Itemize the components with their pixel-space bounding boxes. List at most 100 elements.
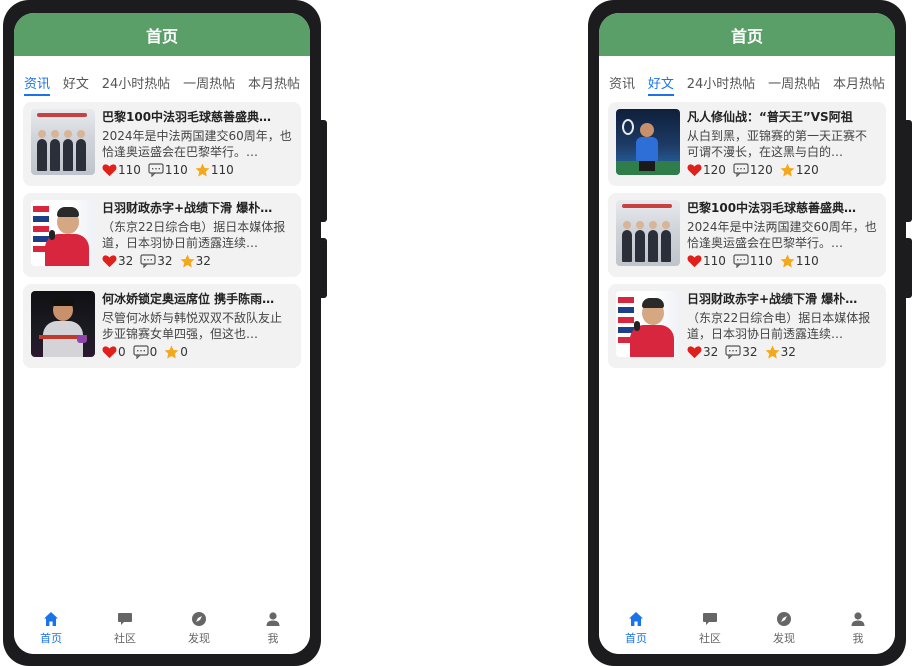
article-stats: 110 110 110 xyxy=(102,162,293,179)
like-count-value: 120 xyxy=(703,163,726,178)
like-count[interactable]: 32 xyxy=(687,345,718,359)
like-count-value: 0 xyxy=(118,345,126,360)
like-count[interactable]: 0 xyxy=(102,345,126,359)
tabbar-home[interactable]: 首页 xyxy=(611,611,661,646)
tab-news[interactable]: 资讯 xyxy=(24,73,51,96)
article-summary: 从白到黑，亚锦赛的第一天正赛不可谓不漫长，在这黑与白的… xyxy=(687,129,868,159)
like-count-value: 32 xyxy=(118,254,134,269)
star-icon xyxy=(780,254,795,268)
tab-month-hot[interactable]: 本月热帖 xyxy=(248,73,300,92)
volume-button xyxy=(905,120,912,222)
article-card[interactable]: 日羽财政赤字+战绩下滑 爆朴… （东京22日综合电）据日本媒体报道，日本羽协日前… xyxy=(608,284,886,368)
compass-icon xyxy=(192,611,206,626)
favorite-count[interactable]: 32 xyxy=(765,345,796,359)
tabbar-me[interactable]: 我 xyxy=(248,611,298,646)
favorite-count-value: 0 xyxy=(180,345,188,360)
tabbar-discover[interactable]: 发现 xyxy=(174,611,224,646)
tab-24h-hot[interactable]: 24小时热帖 xyxy=(102,73,171,92)
article-thumbnail xyxy=(31,291,95,357)
tab-week-hot[interactable]: 一周热帖 xyxy=(183,73,235,92)
tabbar-community[interactable]: 社区 xyxy=(685,611,735,646)
tabbar-community-label: 社区 xyxy=(699,631,721,645)
article-title: 凡人修仙战：“普天王”VS阿祖 xyxy=(687,110,853,124)
comment-count[interactable]: 32 xyxy=(725,345,758,360)
favorite-count-value: 110 xyxy=(795,254,819,269)
comment-count[interactable]: 32 xyxy=(140,254,173,269)
tab-good-articles[interactable]: 好文 xyxy=(647,73,674,96)
volume-button xyxy=(320,120,327,222)
app-header: 首页 xyxy=(14,13,310,56)
tab-week-hot[interactable]: 一周热帖 xyxy=(768,73,820,92)
like-count[interactable]: 32 xyxy=(102,254,133,268)
article-stats: 0 0 0 xyxy=(102,344,293,361)
comment-icon xyxy=(148,163,164,178)
tabbar-discover-label: 发现 xyxy=(188,631,210,645)
like-count-value: 110 xyxy=(703,254,726,269)
tab-good-articles[interactable]: 好文 xyxy=(63,73,89,92)
star-icon xyxy=(765,345,779,359)
tabbar-home-label: 首页 xyxy=(40,631,62,645)
tabbar-community[interactable]: 社区 xyxy=(100,611,150,646)
article-card[interactable]: 巴黎100中法羽毛球慈善盛典… 2024年是中法两国建交60周年，也恰逢奥运盛会… xyxy=(608,193,886,277)
favorite-count-value: 110 xyxy=(210,163,234,178)
comment-count[interactable]: 110 xyxy=(148,163,188,178)
article-summary: 2024年是中法两国建交60周年，也恰逢奥运盛会在巴黎举行。… xyxy=(102,129,292,159)
tabbar-me-label: 我 xyxy=(852,631,864,645)
favorite-count[interactable]: 120 xyxy=(780,163,819,177)
tab-month-hot[interactable]: 本月热帖 xyxy=(833,73,885,92)
like-count-value: 32 xyxy=(703,345,719,360)
favorite-count-value: 120 xyxy=(795,163,819,178)
tabbar-me-label: 我 xyxy=(267,631,279,645)
heart-icon xyxy=(687,164,702,177)
article-list: 凡人修仙战：“普天王”VS阿祖 从白到黑，亚锦赛的第一天正赛不可谓不漫长，在这黑… xyxy=(599,102,895,368)
tabbar-community-label: 社区 xyxy=(114,631,136,645)
heart-icon xyxy=(687,346,702,359)
article-card[interactable]: 日羽财政赤字+战绩下滑 爆朴… （东京22日综合电）据日本媒体报道，日本羽协日前… xyxy=(23,193,301,277)
comment-count[interactable]: 110 xyxy=(733,254,773,269)
comment-icon xyxy=(140,254,156,269)
article-stats: 32 32 32 xyxy=(687,344,878,361)
like-count[interactable]: 110 xyxy=(687,254,726,268)
like-count[interactable]: 110 xyxy=(102,163,141,177)
article-summary: 2024年是中法两国建交60周年，也恰逢奥运盛会在巴黎举行。… xyxy=(687,220,877,250)
comment-count-value: 0 xyxy=(149,345,158,360)
user-icon xyxy=(266,611,280,626)
category-tabs: 资讯 好文 24小时热帖 一周热帖 本月热帖 xyxy=(599,66,895,98)
favorite-count[interactable]: 110 xyxy=(195,163,234,177)
phone-right: 首页 资讯 好文 24小时热帖 一周热帖 本月热帖 凡人修仙战：“普天王”VS阿… xyxy=(588,0,912,666)
like-count[interactable]: 120 xyxy=(687,163,726,177)
article-title: 日羽财政赤字+战绩下滑 爆朴… xyxy=(687,292,858,306)
article-thumbnail xyxy=(616,109,680,175)
article-card[interactable]: 巴黎100中法羽毛球慈善盛典… 2024年是中法两国建交60周年，也恰逢奥运盛会… xyxy=(23,102,301,186)
bottom-tab-bar: 首页 社区 发现 我 xyxy=(14,606,310,654)
article-stats: 110 110 110 xyxy=(687,253,878,270)
tabbar-discover-label: 发现 xyxy=(773,631,795,645)
article-card[interactable]: 何冰娇锁定奥运席位 携手陈雨… 尽管何冰娇与韩悦双双不敌队友止步亚锦赛女单四强，… xyxy=(23,284,301,368)
heart-icon xyxy=(102,164,117,177)
comment-count-value: 120 xyxy=(749,163,773,178)
favorite-count-value: 32 xyxy=(780,345,796,360)
bottom-tab-bar: 首页 社区 发现 我 xyxy=(599,606,895,654)
comment-count[interactable]: 120 xyxy=(733,163,773,178)
tabbar-home[interactable]: 首页 xyxy=(26,611,76,646)
article-stats: 32 32 32 xyxy=(102,253,293,270)
article-title: 日羽财政赤字+战绩下滑 爆朴… xyxy=(102,201,273,215)
article-card[interactable]: 凡人修仙战：“普天王”VS阿祖 从白到黑，亚锦赛的第一天正赛不可谓不漫长，在这黑… xyxy=(608,102,886,186)
article-title: 巴黎100中法羽毛球慈善盛典… xyxy=(102,110,272,124)
heart-icon xyxy=(687,255,702,268)
comment-count-value: 32 xyxy=(157,254,173,269)
article-stats: 120 120 120 xyxy=(687,162,878,179)
comment-icon xyxy=(725,345,741,360)
favorite-count[interactable]: 32 xyxy=(180,254,211,268)
favorite-count[interactable]: 0 xyxy=(164,345,188,359)
tab-24h-hot[interactable]: 24小时热帖 xyxy=(687,73,756,92)
page-title: 首页 xyxy=(730,26,763,46)
article-title: 巴黎100中法羽毛球慈善盛典… xyxy=(687,201,857,215)
tabbar-me[interactable]: 我 xyxy=(833,611,883,646)
tab-news[interactable]: 资讯 xyxy=(609,73,635,92)
power-button xyxy=(320,238,327,298)
comment-count[interactable]: 0 xyxy=(133,345,158,360)
tabbar-discover[interactable]: 发现 xyxy=(759,611,809,646)
app-header: 首页 xyxy=(599,13,895,56)
favorite-count[interactable]: 110 xyxy=(780,254,819,268)
